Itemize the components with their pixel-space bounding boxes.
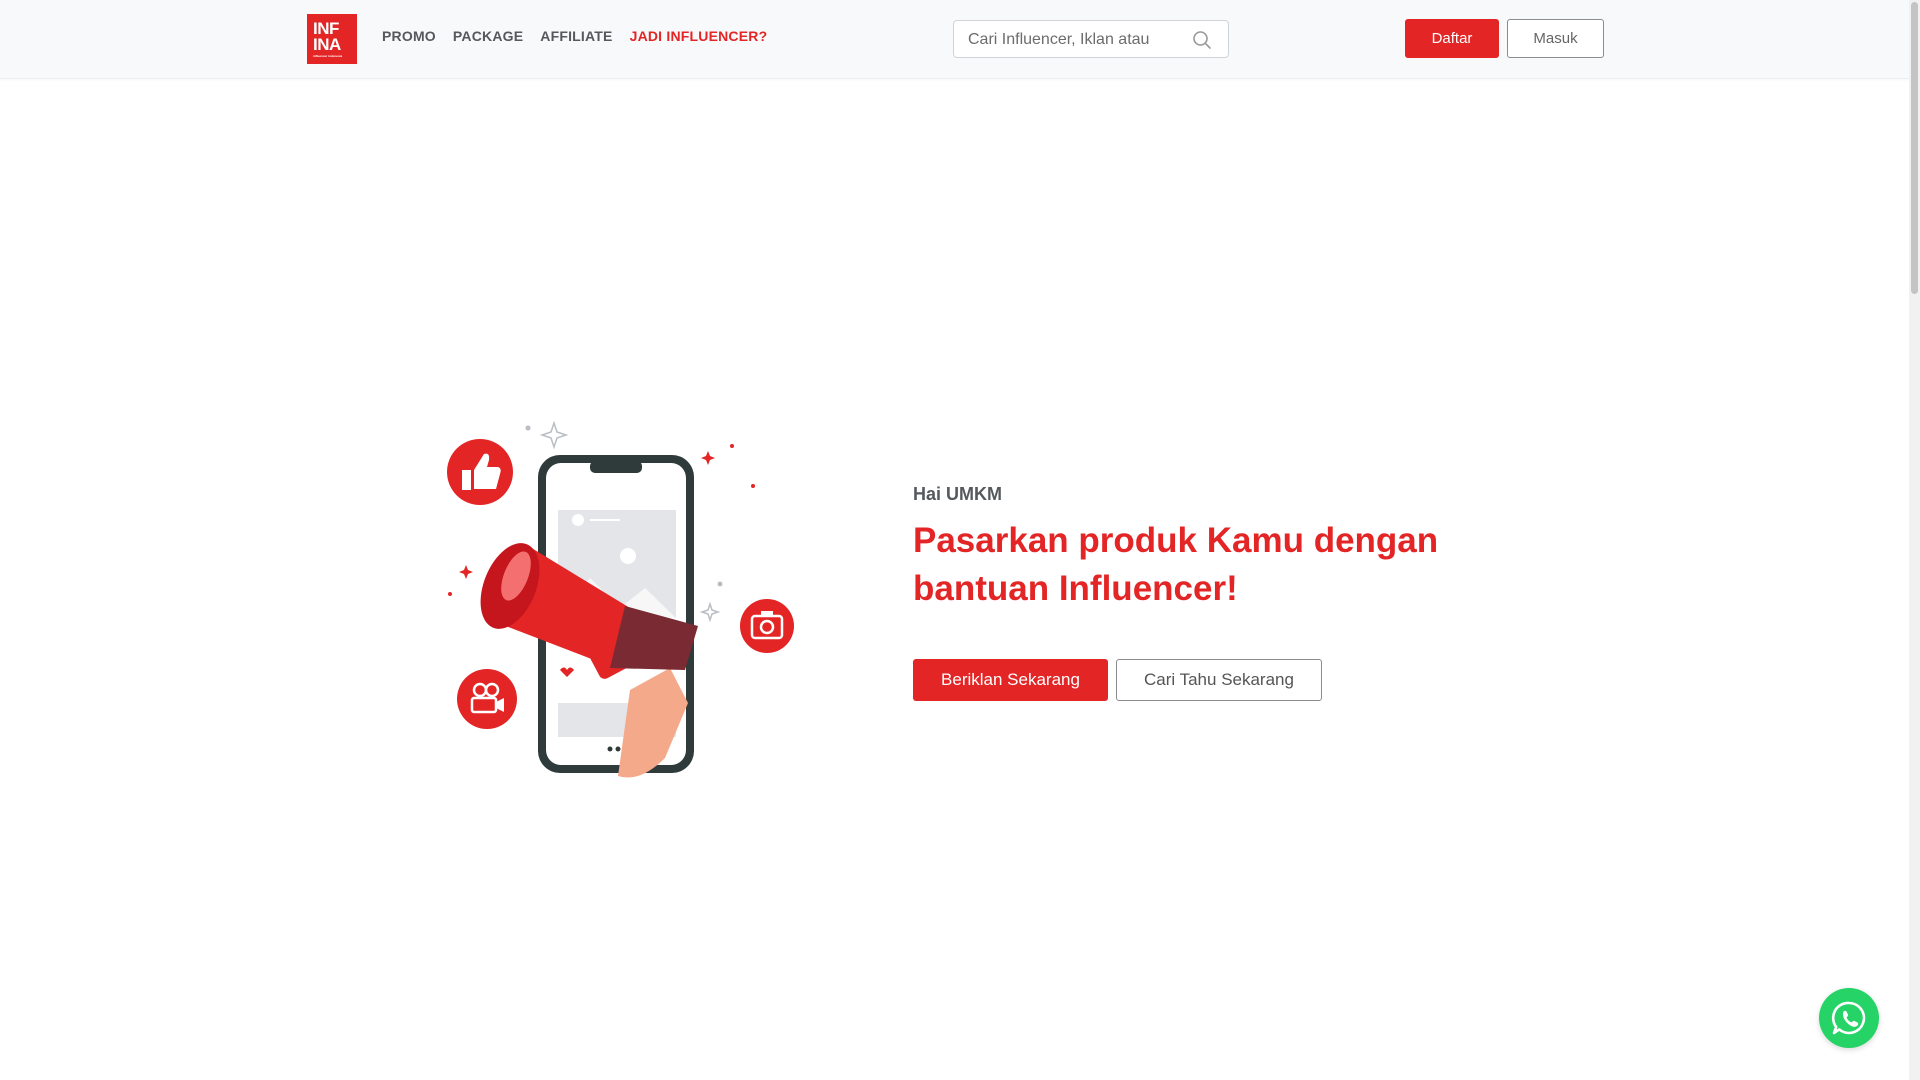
brand-logo[interactable]: INF INA influencer indonesia <box>307 14 357 64</box>
top-navbar: INF INA influencer indonesia PROMO PACKA… <box>0 0 1909 79</box>
nav-promo[interactable]: PROMO <box>382 28 436 44</box>
hero-title: Pasarkan produk Kamu dengan bantuan Infl… <box>913 521 1439 608</box>
nav-package[interactable]: PACKAGE <box>453 28 523 44</box>
login-button[interactable]: Masuk <box>1507 19 1604 58</box>
thumbs-up-icon <box>447 439 513 505</box>
camera-icon <box>740 599 794 653</box>
main-nav: PROMO PACKAGE AFFILIATE JADI INFLUENCER? <box>382 28 767 44</box>
search-icon[interactable] <box>1192 30 1212 50</box>
scrollbar-thumb[interactable] <box>1911 2 1918 294</box>
video-camera-icon <box>457 669 517 729</box>
whatsapp-icon <box>1831 1001 1866 1035</box>
nav-affiliate[interactable]: AFFILIATE <box>540 28 612 44</box>
logo-line-2: INA <box>313 34 341 54</box>
logo-tagline: influencer indonesia <box>313 53 343 58</box>
learn-more-button[interactable]: Cari Tahu Sekarang <box>1116 659 1322 701</box>
page-scrollbar[interactable] <box>1909 0 1920 1080</box>
search-input[interactable] <box>966 21 1185 59</box>
search-box <box>953 20 1229 59</box>
hero-subtitle: Hai UMKM <box>913 484 1002 504</box>
whatsapp-button[interactable] <box>1819 988 1879 1048</box>
register-button[interactable]: Daftar <box>1405 19 1499 58</box>
nav-jadi-influencer[interactable]: JADI INFLUENCER? <box>630 28 768 44</box>
advertise-now-button[interactable]: Beriklan Sekarang <box>913 659 1108 701</box>
megaphone-phone-illustration <box>447 420 794 778</box>
